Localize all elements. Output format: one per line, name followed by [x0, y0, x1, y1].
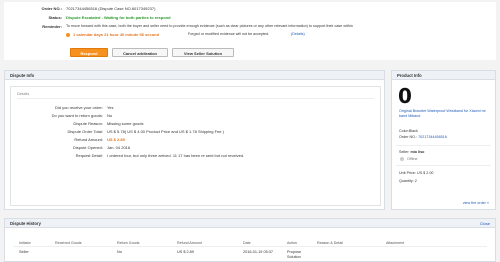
col-attachment: Attachment: [386, 241, 405, 245]
product-color-value: Black: [408, 129, 418, 133]
product-info-header: Product Info: [392, 71, 495, 80]
details-link[interactable]: (Details): [291, 32, 305, 37]
respond-button[interactable]: Respond: [70, 48, 108, 57]
request-detail-value: I ordered four, but only three arrived. …: [107, 153, 245, 158]
order-total-label: Dispute Order Total:: [67, 129, 104, 134]
history-action: Propose Solution: [287, 250, 302, 259]
order-number: 70217344456516 (Dispute Case NO.60173492…: [66, 6, 156, 11]
received-order-label: Did you receive your order:: [54, 105, 103, 110]
received-order-value: Yes: [107, 105, 114, 110]
refund-amount-label: Refund Amount:: [74, 137, 103, 142]
reminder-text: To move forward with this case, both the…: [66, 24, 353, 28]
col-refund-amount: Refund Amount: [177, 241, 202, 245]
quantity: Quantity: 2: [399, 179, 417, 183]
order-label: Order NO.:: [41, 6, 62, 11]
col-received-goods: Received Goods: [55, 241, 82, 245]
dispute-reason-value: Missing some goods: [107, 121, 144, 126]
dispute-reason-label: Dispute Reason:: [73, 121, 103, 126]
status-label: Status:: [48, 15, 62, 20]
product-title-link[interactable]: Original Bracelet Waterproof Wristband f…: [399, 109, 489, 119]
col-initiator: Initiator: [19, 241, 31, 245]
col-reason-detail: Reason & Detail: [317, 241, 343, 245]
status-panel: Order NO.: 70217344456516 (Dispute Case …: [4, 2, 496, 60]
col-date: Date: [243, 241, 251, 245]
close-link[interactable]: Close: [480, 221, 490, 226]
dispute-history-panel: Dispute History Close Initiator Received…: [4, 218, 496, 262]
dispute-info-panel: Dispute Info Details Did you receive you…: [4, 70, 385, 210]
dispute-history-header: Dispute History: [5, 219, 495, 228]
reminder-label: Reminder:: [42, 24, 62, 29]
chat-offline-icon: [400, 157, 404, 161]
product-order-no: Order NO.: 70217344456516: [399, 135, 447, 139]
return-goods-value: No: [107, 113, 113, 118]
history-return-goods: No: [117, 250, 122, 254]
product-order-label: Order NO.:: [399, 135, 418, 139]
cancel-arbitration-button[interactable]: Cancel arbitration: [112, 48, 168, 57]
col-return-goods: Return Goods: [117, 241, 140, 245]
product-info-panel: Product Info 0 Original Bracelet Waterpr…: [391, 70, 496, 210]
product-order-link[interactable]: 70217344456516: [418, 135, 447, 139]
clock-icon: [66, 33, 70, 37]
seller-name[interactable]: mio liso: [410, 150, 424, 154]
details-title: Details: [17, 91, 30, 96]
dispute-opened-value: Jan. 04 2016: [107, 145, 131, 150]
seller-line: Seller: mio liso: [399, 150, 424, 154]
order-total-value: US $ 5.78( US $ 4.00 Product Price and U…: [107, 129, 224, 134]
product-color-label: Color:: [399, 129, 409, 133]
dispute-opened-label: Dispute Opened:: [72, 145, 103, 150]
history-refund-amount: US $ 2.89: [177, 250, 194, 254]
return-goods-label: Do you want to return goods:: [51, 113, 103, 118]
product-divider: [396, 145, 491, 146]
countdown-text: 1 calendar days 21 hour 40 minute 56 sec…: [73, 32, 160, 37]
status-value: Dispute Escalated - Waiting for both par…: [66, 15, 171, 20]
history-header-divider: [13, 246, 487, 247]
seller-label: Seller:: [399, 150, 410, 154]
view-order-link[interactable]: view the order »: [463, 201, 489, 205]
dispute-info-header: Dispute Info: [5, 71, 384, 80]
col-action: Action: [287, 241, 297, 245]
countdown-suffix: Forged or modified evidence will not be …: [188, 32, 270, 36]
request-detail-label: Request Detail:: [75, 153, 103, 158]
details-divider: [17, 98, 374, 99]
refund-amount-value: US $ 2.89: [107, 137, 125, 142]
history-initiator: Seller: [19, 250, 29, 254]
offline-status: Offline: [407, 157, 418, 161]
product-divider-2: [396, 165, 491, 166]
unit-price: Unit Price: US $ 2.00: [399, 171, 434, 175]
product-thumbnail[interactable]: 0: [398, 86, 412, 106]
product-color: Color:Black: [399, 129, 418, 133]
view-seller-solution-button[interactable]: View Seller Solution: [172, 48, 234, 57]
history-date: 2016-01-19 05:37: [243, 250, 273, 254]
details-box: Details Did you receive your order: Yes …: [10, 86, 381, 206]
